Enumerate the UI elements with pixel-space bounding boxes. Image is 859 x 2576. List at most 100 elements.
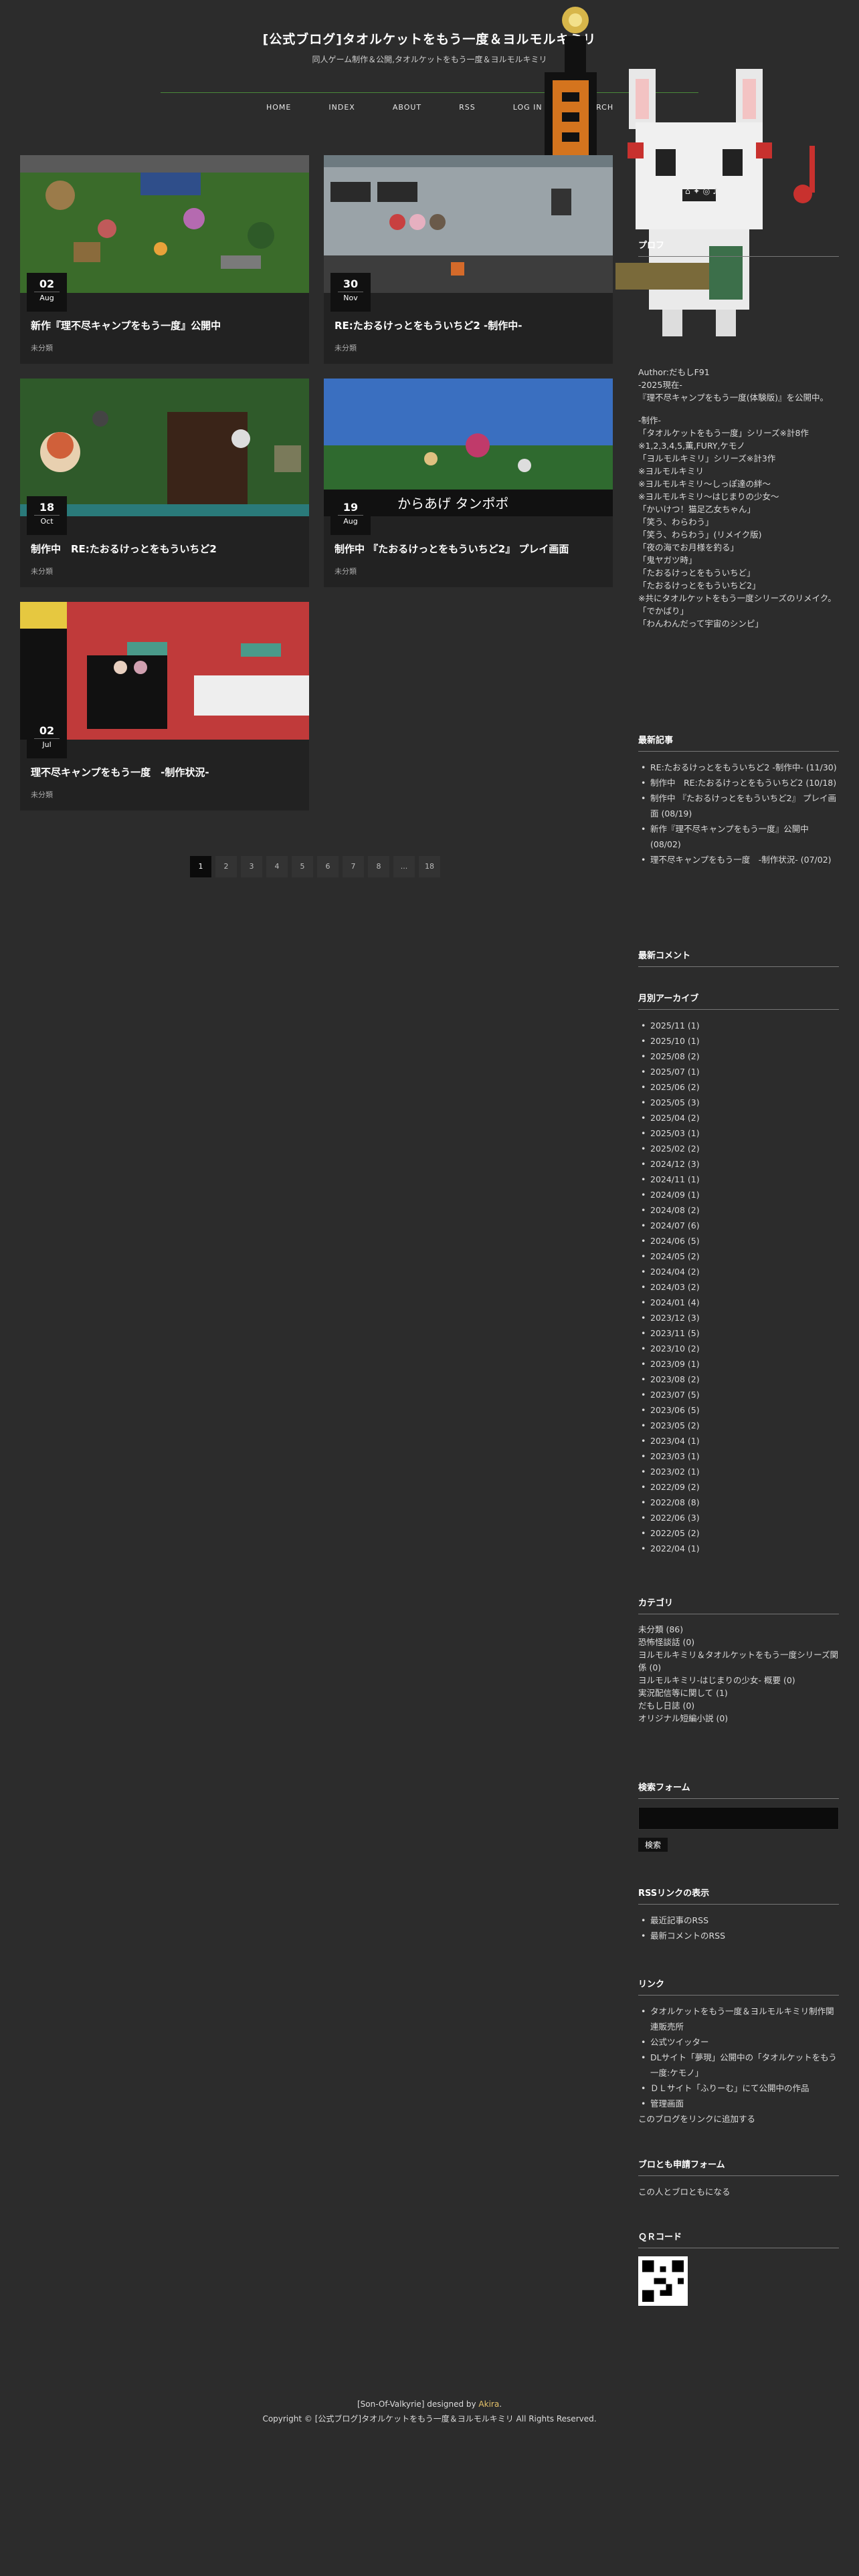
archive-item[interactable]: 2024/11 (1) xyxy=(638,1172,839,1187)
archive-item[interactable]: 2025/07 (1) xyxy=(638,1064,839,1079)
archive-item[interactable]: 2023/08 (2) xyxy=(638,1372,839,1387)
post-card[interactable]: 02 Jul 理不尽キャンプをもう一度 -制作状況- 未分類 xyxy=(20,602,309,811)
page-5[interactable]: 5 xyxy=(292,856,313,877)
page-4[interactable]: 4 xyxy=(266,856,288,877)
archive-item[interactable]: 2025/06 (2) xyxy=(638,1079,839,1095)
nav-rss[interactable]: RSS xyxy=(440,102,494,114)
archive-item[interactable]: 2025/10 (1) xyxy=(638,1033,839,1049)
archive-item[interactable]: 2025/11 (1) xyxy=(638,1018,839,1033)
post-category[interactable]: 未分類 xyxy=(31,566,53,576)
recent-comments-section: 最新コメント xyxy=(638,948,839,975)
archive-item[interactable]: 2024/01 (4) xyxy=(638,1295,839,1310)
post-category[interactable]: 未分類 xyxy=(335,566,357,576)
search-section: 検索フォーム 検索 xyxy=(638,1780,839,1852)
recent-post-item[interactable]: 理不尽キャンプをもう一度 -制作状況- (07/02) xyxy=(638,852,839,867)
post-title[interactable]: 制作中 『たおるけっとをもういちど2』 プレイ画面 xyxy=(335,542,602,556)
rss-item[interactable]: 最新コメントのRSS xyxy=(638,1928,839,1943)
instagram-icon[interactable]: ◎ xyxy=(702,186,710,196)
page-2[interactable]: 2 xyxy=(215,856,237,877)
post-title[interactable]: 新作『理不尽キャンプをもう一度』公開中 xyxy=(31,318,298,332)
archive-item[interactable]: 2022/09 (2) xyxy=(638,1479,839,1495)
rss-list: 最近記事のRSS最新コメントのRSS xyxy=(638,1913,839,1943)
rss-item[interactable]: 最近記事のRSS xyxy=(638,1913,839,1928)
archive-item[interactable]: 2024/03 (2) xyxy=(638,1279,839,1295)
link-item[interactable]: ＤＬサイト「ふりーむ」にて公開中の作品 xyxy=(638,2080,839,2096)
search-input[interactable] xyxy=(638,1807,839,1830)
archive-item[interactable]: 2024/04 (2) xyxy=(638,1264,839,1279)
page-7[interactable]: 7 xyxy=(343,856,364,877)
page-1[interactable]: 1 xyxy=(190,856,211,877)
archive-item[interactable]: 2023/10 (2) xyxy=(638,1341,839,1356)
friend-link[interactable]: この人とブロともになる xyxy=(638,2184,839,2199)
link-item[interactable]: タオルケットをもう一度＆ヨルモルキミリ制作関連販売所 xyxy=(638,2004,839,2034)
archive-item[interactable]: 2025/03 (1) xyxy=(638,1125,839,1141)
recent-post-item[interactable]: RE:たおるけっとをもういちど2 -制作中- (11/30) xyxy=(638,760,839,775)
archive-item[interactable]: 2023/11 (5) xyxy=(638,1325,839,1341)
archive-item[interactable]: 2023/12 (3) xyxy=(638,1310,839,1325)
post-category[interactable]: 未分類 xyxy=(31,789,53,800)
archive-item[interactable]: 2022/04 (1) xyxy=(638,1541,839,1556)
archive-item[interactable]: 2023/07 (5) xyxy=(638,1387,839,1402)
archive-item[interactable]: 2023/04 (1) xyxy=(638,1433,839,1448)
search-button[interactable]: 検索 xyxy=(638,1838,668,1852)
archive-item[interactable]: 2025/04 (2) xyxy=(638,1110,839,1125)
archive-item[interactable]: 2025/05 (3) xyxy=(638,1095,839,1110)
archive-item[interactable]: 2024/07 (6) xyxy=(638,1218,839,1233)
archive-item[interactable]: 2023/05 (2) xyxy=(638,1418,839,1433)
post-card[interactable]: 18 Oct 制作中 RE:たおるけっとをもういちど2 未分類 xyxy=(20,379,309,587)
category-item[interactable]: 実況配信等に関して (1) xyxy=(638,1686,839,1699)
archive-item[interactable]: 2023/09 (1) xyxy=(638,1356,839,1372)
post-category[interactable]: 未分類 xyxy=(335,342,357,353)
home-icon[interactable]: ⌂ xyxy=(685,186,690,196)
post-title[interactable]: 制作中 RE:たおるけっとをもういちど2 xyxy=(31,542,298,556)
category-item[interactable]: 未分類 (86) xyxy=(638,1622,839,1635)
category-item[interactable]: 恐怖怪談話 (0) xyxy=(638,1635,839,1648)
archive-item[interactable]: 2023/06 (5) xyxy=(638,1402,839,1418)
archive-item[interactable]: 2022/05 (2) xyxy=(638,1525,839,1541)
link-item[interactable]: 公式ツイッター xyxy=(638,2034,839,2050)
page-6[interactable]: 6 xyxy=(317,856,339,877)
archive-item[interactable]: 2024/06 (5) xyxy=(638,1233,839,1249)
link-item[interactable]: DLサイト「夢現」公開中の「タオルケットをもう一度:ケモノ」 xyxy=(638,2050,839,2080)
social-links: ⌂ ✦ ◎ ♪ xyxy=(685,186,819,196)
post-title[interactable]: RE:たおるけっとをもういちど2 -制作中- xyxy=(335,318,602,332)
link-item[interactable]: 管理画面 xyxy=(638,2096,839,2111)
post-category[interactable]: 未分類 xyxy=(31,342,53,353)
post-card[interactable]: 02 Aug 新作『理不尽キャンプをもう一度』公開中 未分類 xyxy=(20,155,309,364)
profile-section: プロフ Author:だもしF91 -2025現在- 『理不尽キャンプをもう一度(体… xyxy=(638,238,839,629)
post-date: 30 Nov xyxy=(330,273,371,312)
post-card[interactable]: からあげ タンポポ 19 Aug 制作中 『たおるけっとをもういちど2』 プレイ… xyxy=(324,379,613,587)
post-day: 18 xyxy=(39,501,55,514)
post-title[interactable]: 理不尽キャンプをもう一度 -制作状況- xyxy=(31,765,298,779)
nav-about[interactable]: ABOUT xyxy=(374,102,440,114)
archive-item[interactable]: 2024/08 (2) xyxy=(638,1202,839,1218)
archive-item[interactable]: 2025/08 (2) xyxy=(638,1049,839,1064)
category-item[interactable]: ヨルモルキミリ-はじまりの少女- 概要 (0) xyxy=(638,1673,839,1686)
category-item[interactable]: オリジナル短編小説 (0) xyxy=(638,1711,839,1724)
archive-item[interactable]: 2022/08 (8) xyxy=(638,1495,839,1510)
category-item[interactable]: ヨルモルキミリ＆タオルケットをもう一度シリーズ関係 (0) xyxy=(638,1648,839,1673)
archive-item[interactable]: 2024/12 (3) xyxy=(638,1156,839,1172)
music-icon[interactable]: ♪ xyxy=(712,186,718,196)
archive-item[interactable]: 2023/03 (1) xyxy=(638,1448,839,1464)
post-day: 19 xyxy=(343,501,359,514)
profile-line: 「笑う、わらわう」 xyxy=(638,517,714,527)
twitter-icon[interactable]: ✦ xyxy=(693,186,700,196)
post-card[interactable]: 30 Nov RE:たおるけっとをもういちど2 -制作中- 未分類 xyxy=(324,155,613,364)
archive-item[interactable]: 2023/02 (1) xyxy=(638,1464,839,1479)
archive-item[interactable]: 2024/09 (1) xyxy=(638,1187,839,1202)
category-item[interactable]: だもし日誌 (0) xyxy=(638,1699,839,1711)
link-add[interactable]: このブログをリンクに追加する xyxy=(638,2111,839,2127)
archive-item[interactable]: 2024/05 (2) xyxy=(638,1249,839,1264)
page-3[interactable]: 3 xyxy=(241,856,262,877)
archive-item[interactable]: 2022/06 (3) xyxy=(638,1510,839,1525)
recent-post-item[interactable]: 制作中 『たおるけっとをもういちど2』 プレイ画面 (08/19) xyxy=(638,790,839,821)
recent-post-item[interactable]: 制作中 RE:たおるけっとをもういちど2 (10/18) xyxy=(638,775,839,790)
page-18[interactable]: 18 xyxy=(419,856,440,877)
recent-post-item[interactable]: 新作『理不尽キャンプをもう一度』公開中 (08/02) xyxy=(638,821,839,852)
archive-item[interactable]: 2025/02 (2) xyxy=(638,1141,839,1156)
nav-index[interactable]: INDEX xyxy=(310,102,373,114)
designer-link[interactable]: Akira xyxy=(478,2399,499,2409)
nav-home[interactable]: HOME xyxy=(248,102,310,114)
page-8[interactable]: 8 xyxy=(368,856,389,877)
